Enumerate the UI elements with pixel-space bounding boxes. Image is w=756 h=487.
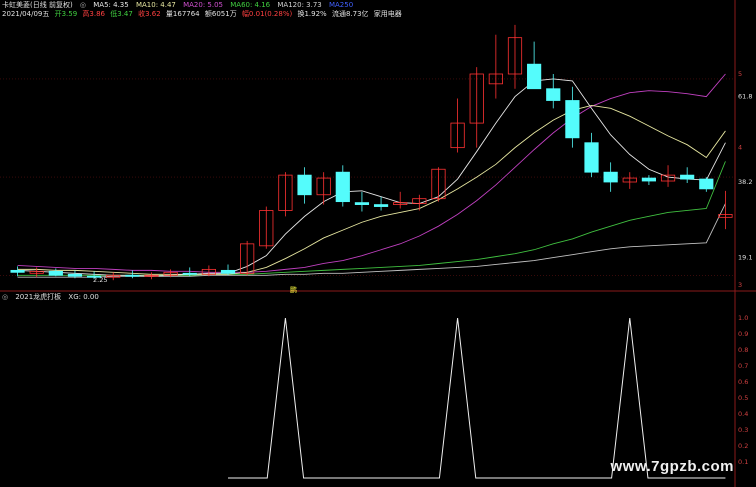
- indicator-xg: XG: 0.00: [68, 293, 99, 301]
- candle-body: [220, 269, 236, 274]
- ma5-value: MA5: 4.35: [93, 1, 129, 9]
- candle-body: [10, 269, 25, 273]
- indicator-axis-label: 0.1: [738, 458, 748, 466]
- indicator-settings-icon[interactable]: ◎: [2, 293, 8, 301]
- candle-body: [584, 142, 599, 173]
- price-axis-label: 4: [738, 144, 742, 152]
- candle-body: [699, 178, 714, 190]
- price-axis-label: 61.8: [738, 93, 752, 101]
- settings-icon[interactable]: ◎: [80, 1, 86, 9]
- ma5-line: [17, 78, 726, 277]
- ma60-value: MA60: 4.16: [230, 1, 271, 9]
- candle-body: [565, 100, 580, 139]
- candle-body: [67, 273, 83, 277]
- info-sector: 家用电器: [373, 10, 402, 18]
- chart-grid: [0, 0, 756, 487]
- indicator-axis-label: 0.9: [738, 330, 748, 338]
- bar-info: 2021/04/09五 开3.59 高3.86 低3.47 收3.62 量167…: [2, 10, 407, 19]
- indicator-axis-label: 0.4: [738, 410, 748, 418]
- indicator-axis-label: 0.6: [738, 378, 748, 386]
- indicator-axis-label: 1.0: [738, 314, 748, 322]
- ma120-value: MA120: 3.73: [277, 1, 322, 9]
- ma60-line: [17, 161, 726, 276]
- info-date: 2021/04/09五: [2, 10, 50, 18]
- candle-body: [125, 274, 140, 277]
- price-axis: 5 61.8 4 38.2 19.1 3 1.0 0.9 0.8 0.7 0.6 0.5 0.4 0.3 0…: [738, 70, 752, 466]
- candle-body: [182, 272, 197, 275]
- price-axis-label: 3: [738, 281, 742, 289]
- ma10-line: [17, 104, 726, 275]
- info-turnover: 换1.92%: [297, 10, 327, 18]
- candlesticks[interactable]: [10, 24, 733, 281]
- ma250-value: MA250: [328, 1, 354, 9]
- candle-body: [335, 171, 350, 203]
- low-price-label: 2.25: [93, 276, 107, 284]
- indicator-axis-label: 0.5: [738, 394, 748, 402]
- moving-average-lines: [17, 73, 726, 278]
- info-amount: 额6051万: [204, 10, 237, 18]
- candle-body: [48, 270, 63, 276]
- candle-body: [546, 88, 561, 101]
- price-axis-label: 19.1: [738, 254, 752, 262]
- candle-body: [641, 177, 657, 182]
- candle-body: [297, 174, 312, 196]
- candle-body: [603, 171, 618, 183]
- indicator-signal-line: [228, 317, 726, 479]
- ma10-value: MA10: 4.47: [135, 1, 176, 9]
- candle-body: [527, 63, 542, 90]
- ma20-value: MA20: 5.05: [183, 1, 223, 9]
- indicator-name: 2021龙虎打板: [15, 293, 62, 301]
- candle-body: [354, 202, 370, 205]
- indicator-axis-label: 0.8: [738, 346, 748, 354]
- ma20-line: [17, 73, 726, 273]
- indicator-axis-label: 0.2: [738, 442, 748, 450]
- indicator-axis-label: 0.3: [738, 426, 748, 434]
- ma120-line: [17, 203, 726, 278]
- watermark: www.7gpzb.com: [610, 458, 734, 475]
- info-close: 收3.62: [138, 10, 161, 18]
- kline-chart[interactable]: 5 61.8 4 38.2 19.1 3 1.0 0.9 0.8 0.7 0.6 0.5 0.4 0.3 0…: [0, 0, 756, 487]
- indicator-axis-label: 0.7: [738, 362, 748, 370]
- ma-header: 卡虹美菱(日线 前复权) ◎ MA5: 4.35 MA10: 4.47 MA20…: [2, 1, 358, 10]
- candle-body: [373, 204, 389, 207]
- info-low: 低3.47: [110, 10, 133, 18]
- info-volume: 量167764: [165, 10, 200, 18]
- price-axis-label: 5: [738, 70, 742, 78]
- price-axis-label: 38.2: [738, 178, 752, 186]
- stock-title: 卡虹美菱(日线 前复权): [2, 1, 73, 9]
- info-float: 流通8.73亿: [331, 10, 369, 18]
- indicator-plot: [228, 317, 726, 479]
- indicator-header: ◎ 2021龙虎打板 XG: 0.00: [2, 293, 104, 302]
- info-open: 开3.59: [54, 10, 78, 18]
- signal-marker: 鹏: [290, 285, 297, 294]
- candle-body: [680, 174, 695, 180]
- info-change: 幅0.01(0.28%): [241, 10, 293, 18]
- info-high: 高3.86: [82, 10, 106, 18]
